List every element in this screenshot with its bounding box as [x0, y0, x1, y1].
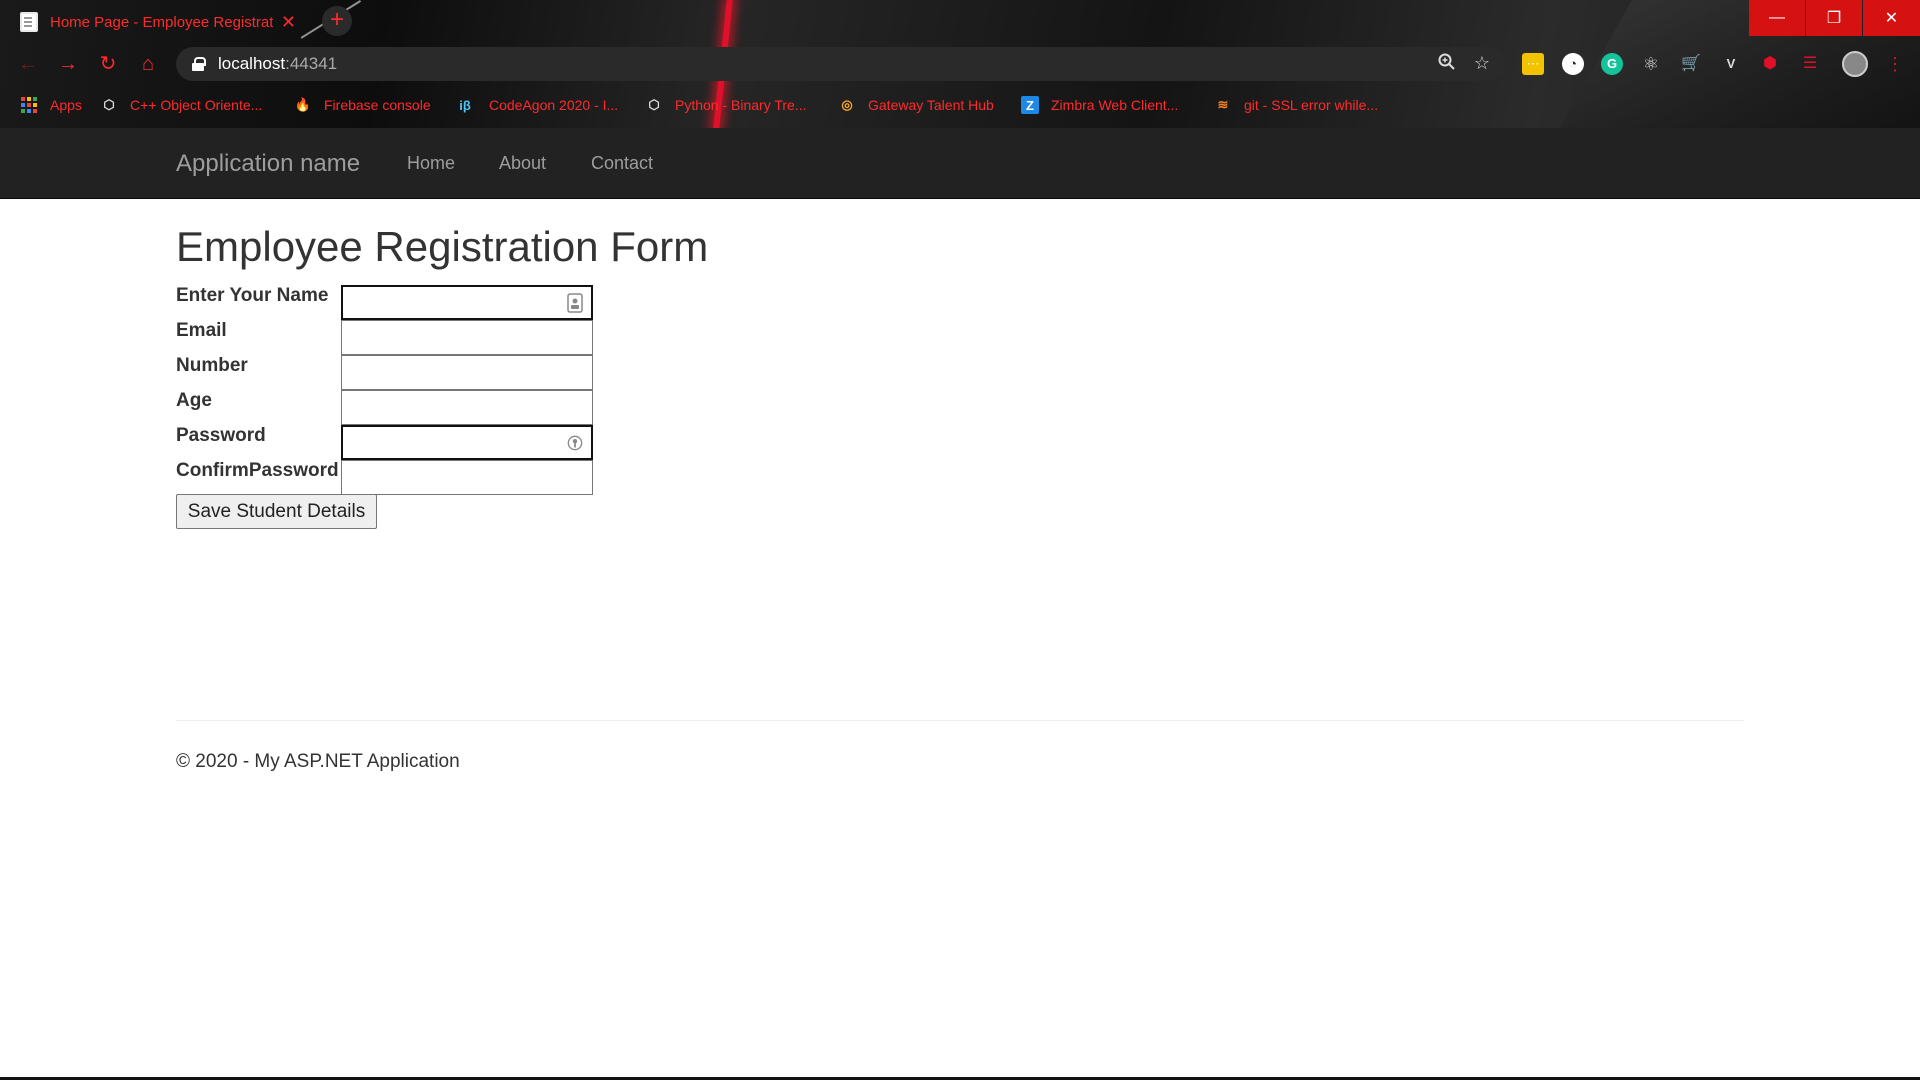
- navbar-brand[interactable]: Application name: [176, 128, 360, 199]
- age-input[interactable]: [341, 390, 593, 425]
- bookmark-cpp[interactable]: ⬡ C++ Object Oriente...: [100, 92, 262, 118]
- forward-arrow-icon[interactable]: →: [54, 50, 82, 78]
- bookmark-python[interactable]: ⬡ Python - Binary Tre...: [645, 92, 807, 118]
- password-input[interactable]: [341, 425, 593, 460]
- password-label: Password: [176, 425, 266, 446]
- cube-icon: ⬡: [648, 97, 660, 112]
- chrome-menu-icon[interactable]: ⋮: [1884, 53, 1906, 75]
- bookmark-gateway[interactable]: ◎ Gateway Talent Hub: [838, 92, 994, 118]
- email-input[interactable]: [341, 320, 593, 355]
- browser-tab[interactable]: Home Page - Employee Registrat ✕: [8, 3, 308, 41]
- extension-red-icon[interactable]: ⬢: [1759, 53, 1781, 75]
- bookmark-apps[interactable]: Apps: [20, 92, 82, 118]
- page-title: Employee Registration Form: [176, 223, 709, 270]
- bookmark-label: Python - Binary Tre...: [675, 97, 807, 113]
- name-input[interactable]: [341, 285, 593, 320]
- react-devtools-icon[interactable]: ⚛: [1640, 53, 1662, 75]
- zimbra-z-icon: Z: [1021, 96, 1039, 114]
- name-label: Enter Your Name: [176, 285, 329, 306]
- tab-title: Home Page - Employee Registrat: [50, 13, 273, 31]
- page-favicon-icon: [20, 12, 38, 32]
- app-navbar: Application name Home About Contact: [0, 128, 1920, 199]
- password-key-icon[interactable]: [567, 433, 583, 453]
- url-host: localhost: [218, 54, 286, 73]
- bookmark-label: CodeAgon 2020 - I...: [489, 97, 619, 113]
- vue-devtools-icon[interactable]: V: [1720, 53, 1742, 75]
- bookmark-label: Firebase console: [324, 97, 431, 113]
- browser-chrome: Home Page - Employee Registrat ✕ + — ❐ ✕…: [0, 0, 1920, 128]
- footer-divider: [176, 720, 1744, 721]
- nav-link-home[interactable]: Home: [407, 128, 455, 199]
- window-minimize-button[interactable]: —: [1749, 0, 1805, 36]
- cube-icon: ⬡: [103, 97, 115, 112]
- save-student-details-button[interactable]: Save Student Details: [176, 494, 377, 529]
- window-close-button[interactable]: ✕: [1863, 0, 1920, 36]
- confirm-password-label: ConfirmPassword: [176, 460, 339, 481]
- extension-list-icon[interactable]: ☰: [1799, 53, 1821, 75]
- lock-icon[interactable]: [192, 57, 206, 71]
- window-restore-button[interactable]: ❐: [1806, 0, 1862, 36]
- back-arrow-icon[interactable]: ←: [14, 50, 42, 78]
- reload-icon[interactable]: ↻: [94, 50, 122, 78]
- bookmark-label: Zimbra Web Client...: [1051, 97, 1179, 113]
- nav-link-about[interactable]: About: [499, 128, 546, 199]
- ib-logo-icon: iβ: [459, 97, 471, 113]
- extension-notes-icon[interactable]: ⋯: [1522, 53, 1544, 75]
- apps-grid-icon: [20, 96, 38, 114]
- zoom-icon[interactable]: [1438, 53, 1456, 76]
- email-label: Email: [176, 320, 227, 341]
- grammarly-icon[interactable]: G: [1601, 53, 1623, 75]
- bookmark-stackoverflow[interactable]: ≋ git - SSL error while...: [1214, 92, 1379, 118]
- bookmark-zimbra[interactable]: Z Zimbra Web Client...: [1021, 92, 1178, 118]
- bookmark-firebase[interactable]: 🔥 Firebase console: [294, 92, 431, 118]
- gateway-logo-icon: ◎: [841, 97, 853, 112]
- number-input[interactable]: [341, 355, 593, 390]
- cart-extension-icon[interactable]: 🛒: [1680, 53, 1702, 75]
- profile-avatar[interactable]: [1842, 51, 1868, 77]
- footer-copyright: © 2020 - My ASP.NET Application: [176, 751, 460, 772]
- bookmark-label: C++ Object Oriente...: [130, 97, 263, 113]
- age-label: Age: [176, 390, 212, 411]
- address-bar[interactable]: localhost :44341 ☆: [176, 47, 1506, 81]
- bookmark-label: git - SSL error while...: [1244, 97, 1379, 113]
- extension-speed-icon[interactable]: ◔: [1562, 53, 1584, 75]
- nav-link-contact[interactable]: Contact: [591, 128, 653, 199]
- bookmark-label: Apps: [50, 97, 82, 113]
- home-icon[interactable]: ⌂: [134, 50, 162, 78]
- contact-card-icon[interactable]: [567, 293, 583, 313]
- new-tab-button[interactable]: +: [322, 6, 352, 36]
- confirm-password-input[interactable]: [341, 460, 593, 495]
- stackoverflow-icon: ≋: [1217, 97, 1229, 112]
- tab-close-icon[interactable]: ✕: [281, 12, 296, 33]
- bookmark-codeagon[interactable]: iβ CodeAgon 2020 - I...: [453, 92, 618, 118]
- firebase-flame-icon: 🔥: [294, 97, 312, 112]
- bookmark-label: Gateway Talent Hub: [868, 97, 994, 113]
- number-label: Number: [176, 355, 248, 376]
- bookmark-star-icon[interactable]: ☆: [1474, 53, 1490, 76]
- url-port: :44341: [285, 54, 338, 73]
